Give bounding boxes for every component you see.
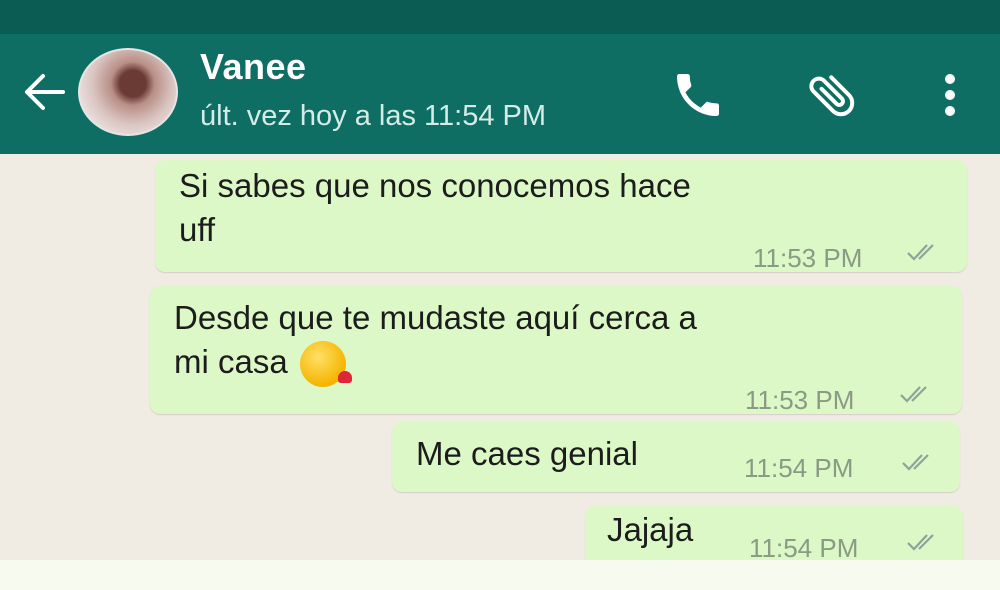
double-check-icon: [900, 386, 927, 403]
status-bar: [0, 0, 1000, 34]
paperclip-icon[interactable]: [800, 62, 866, 128]
contact-avatar[interactable]: [78, 48, 178, 136]
double-check-icon: [907, 244, 934, 261]
more-vert-icon[interactable]: [925, 62, 975, 128]
message-bubble[interactable]: Si sabes que nos conocemos hace uff 11:5…: [155, 160, 967, 273]
message-time: 11:54 PM: [744, 453, 854, 483]
message-bubble[interactable]: Me caes genial 11:54 PM: [392, 422, 960, 492]
back-arrow-icon[interactable]: [18, 66, 70, 118]
phone-icon[interactable]: [665, 62, 731, 128]
message-text: Desde que te mudaste aquí cerca a mi cas…: [174, 296, 934, 388]
last-seen-status: últ. vez hoy a las 11:54 PM: [200, 100, 547, 132]
message-time: 11:53 PM: [753, 243, 863, 273]
message-list[interactable]: Si sabes que nos conocemos hace uff 11:5…: [0, 154, 1000, 590]
composer-edge: [0, 560, 1000, 590]
message-text: Me caes genial: [416, 435, 638, 472]
message-text: Jajaja: [607, 511, 694, 548]
message-bubble[interactable]: Desde que te mudaste aquí cerca a mi cas…: [150, 286, 962, 415]
kiss-emoji-icon: [299, 341, 352, 388]
message-time: 11:53 PM: [745, 385, 855, 415]
chat-header: Vanee últ. vez hoy a las 11:54 PM: [0, 34, 1000, 154]
contact-name[interactable]: Vanee: [200, 46, 307, 88]
double-check-icon: [907, 534, 934, 551]
double-check-icon: [902, 454, 929, 471]
message-bubble[interactable]: Jajaja 11:54 PM: [585, 506, 963, 568]
